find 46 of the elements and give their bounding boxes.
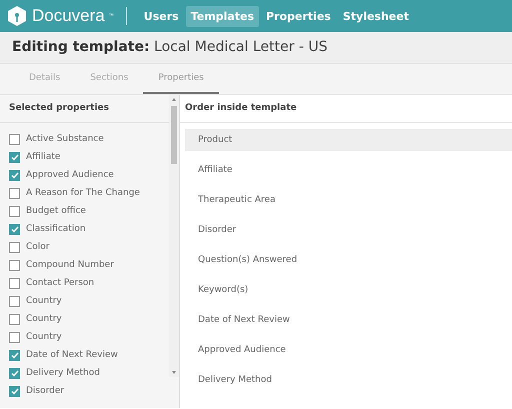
- property-label: A Reason for The Change: [26, 188, 140, 198]
- order-item[interactable]: Affiliate: [185, 159, 512, 181]
- property-label: Affiliate: [26, 152, 60, 162]
- order-item[interactable]: Disorder: [185, 219, 512, 241]
- checkbox[interactable]: [9, 242, 20, 252]
- property-label: Compound Number: [26, 260, 114, 270]
- checkbox[interactable]: [9, 188, 20, 198]
- property-label: Date of Next Review: [26, 350, 118, 360]
- checkbox[interactable]: [9, 152, 20, 162]
- order-item[interactable]: Date of Next Review: [185, 309, 512, 331]
- checkbox[interactable]: [9, 260, 20, 270]
- panel-heading: Order inside template: [180, 95, 512, 123]
- checkbox[interactable]: [9, 386, 20, 396]
- property-label: Color: [26, 242, 50, 252]
- property-label: Country: [26, 332, 62, 342]
- property-label: Approved Audience: [26, 170, 114, 180]
- nav-link[interactable]: Stylesheet: [338, 6, 414, 26]
- nav-link[interactable]: Users: [138, 6, 184, 26]
- checkbox[interactable]: [9, 206, 20, 216]
- order-item[interactable]: Therapeutic Area: [185, 189, 512, 211]
- checkbox[interactable]: [9, 350, 20, 360]
- property-label: Contact Person: [26, 278, 94, 288]
- property-label: Budget office: [26, 206, 86, 216]
- order-item[interactable]: Question(s) Answered: [185, 249, 512, 271]
- property-label: Country: [26, 314, 62, 324]
- property-label: Classification: [26, 224, 86, 234]
- checkbox[interactable]: [9, 332, 20, 342]
- property-label: Disorder: [26, 386, 64, 396]
- brand-name: Docuvera$^{™}$: [32, 6, 114, 26]
- order-item[interactable]: Product: [185, 129, 512, 151]
- checkbox[interactable]: [9, 368, 20, 378]
- checkbox[interactable]: [9, 134, 20, 144]
- logo-icon: [8, 6, 26, 26]
- checkbox[interactable]: [9, 170, 20, 180]
- order-item[interactable]: Keyword(s): [185, 279, 512, 301]
- property-label: Delivery Method: [26, 368, 100, 378]
- property-label: Country: [26, 296, 62, 306]
- order-item[interactable]: Delivery Method: [185, 369, 512, 391]
- checkbox[interactable]: [9, 224, 20, 234]
- order-item[interactable]: Approved Audience: [185, 339, 512, 361]
- page-title: Editing template: Local Medical Letter - US: [12, 38, 328, 57]
- property-label: Active Substance: [26, 134, 104, 144]
- checkbox[interactable]: [9, 278, 20, 288]
- checkbox[interactable]: [9, 296, 20, 306]
- checkbox[interactable]: [9, 314, 20, 324]
- nav-link[interactable]: Properties: [261, 6, 336, 26]
